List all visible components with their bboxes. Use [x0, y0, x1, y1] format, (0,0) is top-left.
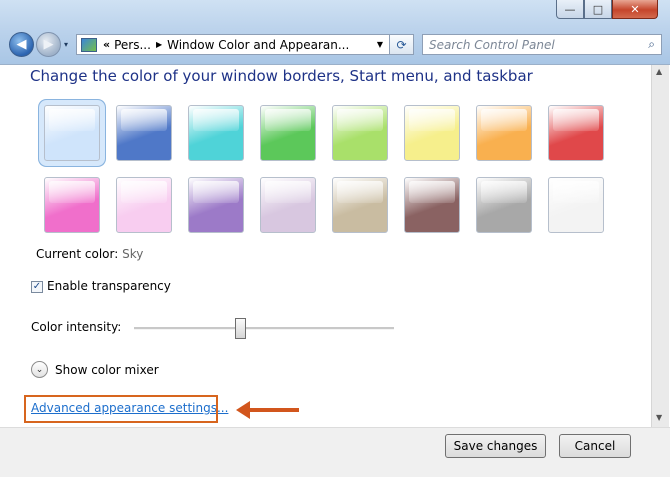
- address-dropdown-icon[interactable]: ▼: [377, 40, 383, 49]
- breadcrumb-personalization[interactable]: Pers...: [114, 38, 151, 52]
- refresh-icon: ⟳: [396, 37, 407, 52]
- window-chrome: — □ ✕ ◀ ▶ ▾ « Pers... ▶ Window Color and…: [0, 0, 670, 64]
- color-swatch-pumpkin[interactable]: [476, 105, 532, 161]
- color-swatch-lemon[interactable]: [404, 105, 460, 161]
- highlight-box: [24, 395, 218, 423]
- swatch-gloss: [265, 181, 311, 203]
- breadcrumb-overflow[interactable]: «: [103, 38, 110, 51]
- transparency-checkbox[interactable]: ✓: [31, 281, 43, 293]
- content-pane: Change the color of your window borders,…: [0, 64, 670, 477]
- swatch-gloss: [337, 181, 383, 203]
- cancel-button[interactable]: Cancel: [559, 434, 631, 458]
- forward-button[interactable]: ▶: [36, 32, 61, 57]
- intensity-slider-thumb[interactable]: [235, 318, 247, 339]
- search-input[interactable]: Search Control Panel ⌕: [422, 34, 662, 55]
- forward-arrow-icon: ▶: [43, 37, 54, 52]
- refresh-button[interactable]: ⟳: [390, 34, 414, 55]
- color-swatch-chocolate[interactable]: [404, 177, 460, 233]
- color-swatch-leaf[interactable]: [260, 105, 316, 161]
- swatch-gloss: [49, 181, 95, 203]
- search-icon[interactable]: ⌕: [648, 37, 655, 52]
- current-color-label: Current color: Sky: [36, 247, 143, 261]
- swatch-gloss: [481, 109, 527, 131]
- current-color-caption: Current color:: [36, 247, 119, 261]
- color-swatch-taupe[interactable]: [332, 177, 388, 233]
- scroll-up-icon[interactable]: ▲: [656, 67, 662, 76]
- close-button[interactable]: ✕: [612, 0, 658, 19]
- search-placeholder: Search Control Panel: [429, 37, 555, 52]
- intensity-label: Color intensity:: [31, 320, 122, 334]
- swatch-gloss: [409, 181, 455, 203]
- color-swatch-fuchsia[interactable]: [44, 177, 100, 233]
- swatch-gloss: [337, 109, 383, 131]
- swatch-gloss: [121, 181, 167, 203]
- recent-pages-dropdown[interactable]: ▾: [64, 40, 68, 49]
- maximize-button[interactable]: □: [584, 0, 612, 19]
- page-title: Change the color of your window borders,…: [30, 67, 533, 85]
- color-swatch-sea[interactable]: [188, 105, 244, 161]
- window-controls: — □ ✕: [556, 0, 658, 20]
- back-arrow-icon: ◀: [16, 37, 27, 52]
- color-swatch-slate[interactable]: [476, 177, 532, 233]
- swatch-gloss: [193, 181, 239, 203]
- vertical-scrollbar[interactable]: ▲ ▼: [651, 65, 669, 427]
- address-bar[interactable]: « Pers... ▶ Window Color and Appearan...…: [76, 34, 390, 55]
- swatch-gloss: [265, 109, 311, 131]
- color-swatch-lavender[interactable]: [260, 177, 316, 233]
- pointer-arrow-shaft: [243, 408, 299, 412]
- back-button[interactable]: ◀: [9, 32, 34, 57]
- transparency-label[interactable]: Enable transparency: [47, 279, 171, 293]
- swatch-gloss: [409, 109, 455, 131]
- current-color-value: Sky: [122, 247, 144, 261]
- control-panel-icon: [81, 37, 97, 52]
- breadcrumb-separator-icon[interactable]: ▶: [156, 40, 162, 49]
- swatch-gloss: [553, 109, 599, 131]
- show-color-mixer-link[interactable]: Show color mixer: [55, 363, 159, 377]
- color-swatch-ruby[interactable]: [548, 105, 604, 161]
- color-swatch-sky[interactable]: [44, 105, 100, 161]
- swatch-gloss: [121, 109, 167, 131]
- intensity-slider-track[interactable]: [134, 327, 394, 330]
- color-swatch-blush[interactable]: [116, 177, 172, 233]
- scroll-down-icon[interactable]: ▼: [656, 413, 662, 422]
- expand-chevron-icon[interactable]: ⌄: [31, 361, 48, 378]
- color-swatch-frost[interactable]: [548, 177, 604, 233]
- minimize-button[interactable]: —: [556, 0, 584, 19]
- color-swatch-lime[interactable]: [332, 105, 388, 161]
- swatch-gloss: [193, 109, 239, 131]
- swatch-gloss: [49, 109, 95, 131]
- swatch-gloss: [481, 181, 527, 203]
- color-swatch-violet[interactable]: [188, 177, 244, 233]
- color-swatch-twilight[interactable]: [116, 105, 172, 161]
- save-changes-button[interactable]: Save changes: [445, 434, 546, 458]
- breadcrumb-window-color[interactable]: Window Color and Appearan...: [167, 38, 349, 52]
- swatch-gloss: [553, 181, 599, 203]
